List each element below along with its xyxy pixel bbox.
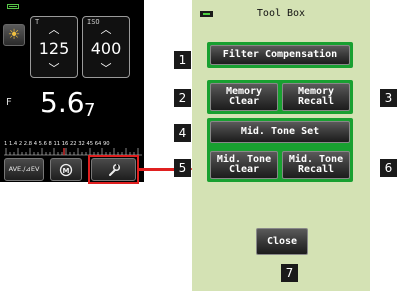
aperture-label: F bbox=[6, 97, 12, 108]
filter-compensation-label: Filter Compensation bbox=[222, 49, 338, 60]
close-label: Close bbox=[266, 235, 298, 247]
chevron-up-icon[interactable]: ︿ bbox=[83, 24, 129, 36]
callout-7: 7 bbox=[281, 264, 298, 282]
callout-1: 1 bbox=[174, 51, 191, 69]
svg-text:M: M bbox=[63, 167, 70, 175]
mid-tone-clear-line2: Clear bbox=[228, 164, 260, 175]
average-ev-label: AVE./⊿EV bbox=[8, 165, 40, 173]
callout-6: 6 bbox=[380, 159, 397, 177]
memory-recall-button[interactable]: Memory Recall bbox=[282, 83, 350, 111]
memory-recall-line2: Recall bbox=[297, 96, 335, 107]
mid-tone-recall-line2: Recall bbox=[297, 164, 335, 175]
chevron-up-icon[interactable]: ︿ bbox=[31, 24, 77, 36]
callout-3: 3 bbox=[380, 89, 397, 107]
chevron-down-icon[interactable]: ﹀ bbox=[83, 63, 129, 75]
panel-title: Tool Box bbox=[256, 8, 306, 19]
mid-tone-set-label: Mid. Tone Set bbox=[240, 126, 320, 137]
average-ev-button[interactable]: AVE./⊿EV bbox=[4, 158, 44, 181]
battery-icon bbox=[7, 4, 19, 9]
aperture-tenth: 7 bbox=[84, 100, 96, 121]
memory-clear-button[interactable]: Memory Clear bbox=[210, 83, 278, 111]
tool-box-panel: Tool Box Filter Compensation Memory Clea… bbox=[192, 0, 370, 291]
shutter-speed-selector[interactable]: T ︿ 125 ﹀ bbox=[30, 16, 78, 78]
sun-icon[interactable]: ☀ bbox=[3, 24, 25, 46]
group-memory: Memory Clear Memory Recall bbox=[207, 80, 353, 114]
mid-tone-clear-button[interactable]: Mid. Tone Clear bbox=[210, 151, 278, 179]
group-mid-tone: Mid. Tone Set Mid. Tone Clear Mid. Tone … bbox=[207, 118, 353, 182]
shutter-value: 125 bbox=[38, 39, 70, 58]
group-filter: Filter Compensation bbox=[207, 42, 353, 68]
memory-button[interactable]: M bbox=[50, 158, 82, 181]
callout-2: 2 bbox=[174, 89, 191, 107]
iso-selector[interactable]: ISO ︿ 400 ﹀ bbox=[82, 16, 130, 78]
aperture-value: 5.6 bbox=[40, 86, 85, 119]
callout-5: 5 bbox=[174, 159, 191, 177]
chevron-down-icon[interactable]: ﹀ bbox=[31, 63, 77, 75]
callout-4: 4 bbox=[174, 124, 191, 142]
iso-value: 400 bbox=[90, 39, 122, 58]
close-button[interactable]: Close bbox=[256, 228, 308, 255]
mid-tone-set-button[interactable]: Mid. Tone Set bbox=[210, 121, 350, 143]
memory-icon: M bbox=[59, 163, 73, 180]
filter-compensation-button[interactable]: Filter Compensation bbox=[210, 45, 350, 65]
mid-tone-recall-button[interactable]: Mid. Tone Recall bbox=[282, 151, 350, 179]
tool-box-highlight bbox=[88, 155, 139, 184]
aperture-scale-labels: 1 1.4 2 2.8 4 5.6 8 11 16 22 32 45 64 90 bbox=[4, 141, 110, 147]
memory-clear-line2: Clear bbox=[228, 96, 260, 107]
